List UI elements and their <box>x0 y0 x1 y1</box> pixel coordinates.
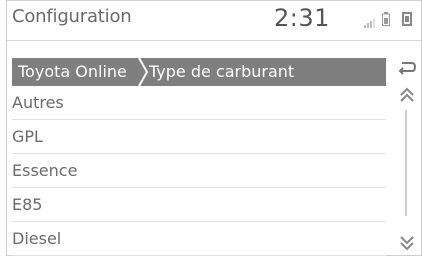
scrollbar[interactable] <box>405 110 407 216</box>
status-icon <box>402 12 412 26</box>
breadcrumb: Toyota Online Type de carburant <box>12 58 386 86</box>
screen-title: Configuration <box>12 6 132 27</box>
back-arrow-icon[interactable] <box>396 60 416 76</box>
clock: 2:31 <box>274 4 330 32</box>
list-item-label: GPL <box>12 127 43 146</box>
scroll-up-icon[interactable] <box>398 86 416 106</box>
header-divider <box>6 40 422 41</box>
battery-icon <box>382 12 390 26</box>
list-item[interactable]: Essence <box>12 154 386 188</box>
list-item[interactable]: E85 <box>12 188 386 222</box>
list-item[interactable]: GPL <box>12 120 386 154</box>
list-item[interactable]: Autres <box>12 86 386 120</box>
breadcrumb-separator <box>137 58 149 86</box>
list-item-label: E85 <box>12 195 43 214</box>
list-item[interactable]: Diesel <box>12 222 386 256</box>
status-bar: Configuration 2:31 <box>6 0 422 40</box>
scroll-down-icon[interactable] <box>398 232 416 252</box>
list-item-label: Essence <box>12 161 78 180</box>
signal-icon <box>364 18 376 28</box>
breadcrumb-item-toyota-online[interactable]: Toyota Online <box>18 58 127 86</box>
list-item-label: Autres <box>12 93 64 112</box>
fuel-type-list: Autres GPL Essence E85 Diesel <box>12 86 386 256</box>
config-screen: Configuration 2:31 Toyota Online Type de… <box>0 0 422 260</box>
breadcrumb-item-type-de-carburant: Type de carburant <box>149 62 295 81</box>
list-item-label: Diesel <box>12 229 62 248</box>
